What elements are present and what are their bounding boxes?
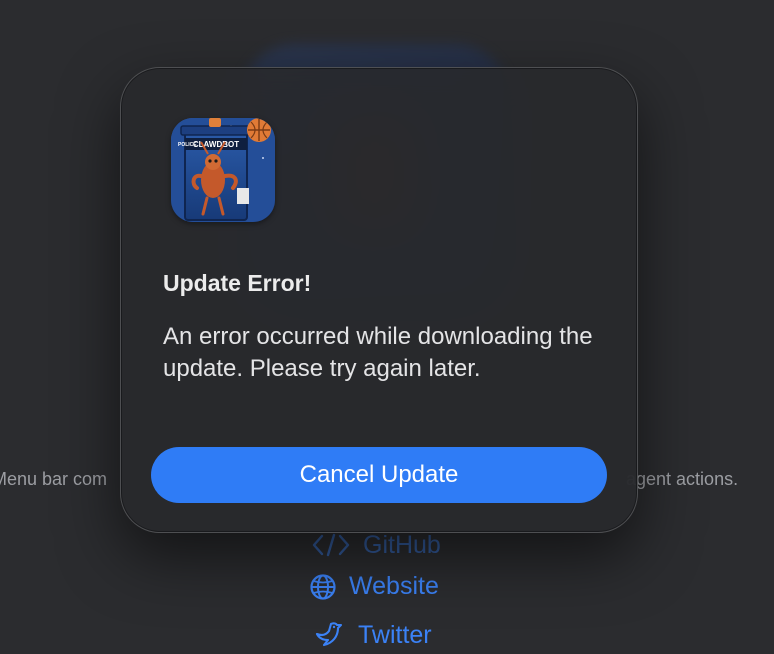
twitter-link[interactable]: Twitter (314, 620, 432, 650)
background-description-right: agent actions. (626, 469, 739, 489)
background-description-left: Menu bar com (0, 469, 108, 489)
code-icon (311, 530, 351, 560)
github-link-label: GitHub (363, 530, 441, 559)
update-error-dialog: CLAWDBOT POLICE Update Error! An error o… (120, 67, 638, 533)
bird-icon (314, 620, 346, 650)
github-link[interactable]: GitHub (311, 530, 441, 560)
clawdbot-app-icon: CLAWDBOT POLICE (171, 118, 275, 222)
website-link[interactable]: Website (309, 572, 439, 601)
police-box-side-sign: POLICE (178, 142, 197, 148)
app-window: Menu bar com agent actions. GitHub Websi… (0, 0, 774, 654)
globe-icon (309, 573, 337, 601)
dialog-message: An error occurred while downloading the … (163, 323, 593, 382)
cancel-update-button[interactable]: Cancel Update (151, 447, 607, 503)
dialog-title: Update Error! (163, 270, 312, 296)
website-link-label: Website (349, 572, 439, 600)
police-box-sign: CLAWDBOT (193, 140, 239, 149)
twitter-link-label: Twitter (358, 620, 432, 649)
